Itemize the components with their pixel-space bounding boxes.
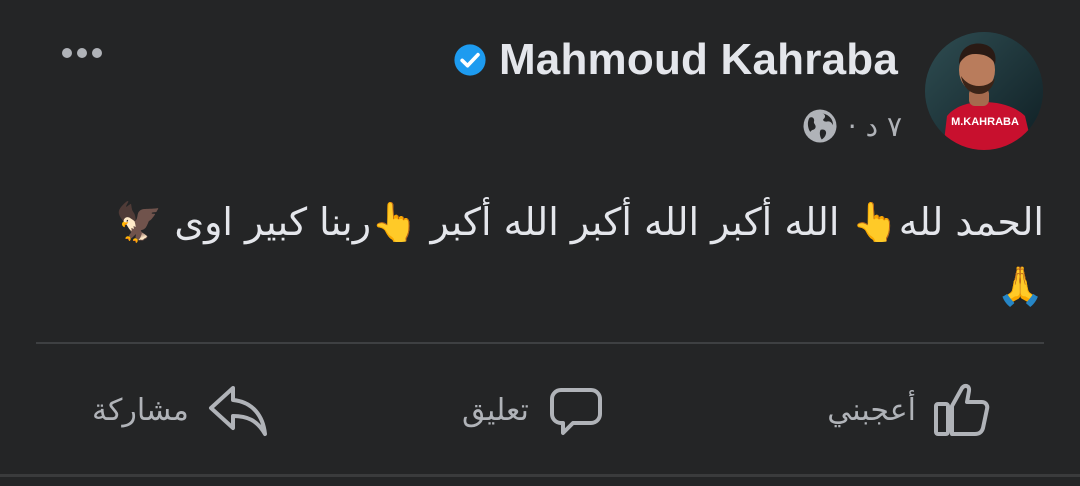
comment-button[interactable]: تعليق: [462, 370, 605, 450]
thumbs-up-icon: [934, 383, 990, 436]
more-options-button[interactable]: [52, 36, 112, 70]
verified-badge-icon: [454, 44, 486, 76]
post-text-line: 🙏: [996, 264, 1044, 308]
author-name-link[interactable]: Mahmoud Kahraba: [499, 35, 898, 85]
like-label: أعجبني: [827, 392, 916, 428]
share-button[interactable]: مشاركة: [92, 370, 269, 450]
share-arrow-icon: [208, 386, 267, 436]
avatar[interactable]: M.KAHRABA: [925, 32, 1043, 150]
post-timestamp[interactable]: ٧ د ·: [848, 110, 902, 143]
post-text-line: الحمد لله👆 الله أكبر الله أكبر الله أكبر…: [114, 200, 1044, 244]
avatar-photo: M.KAHRABA: [925, 32, 1043, 150]
ellipsis-dot: [77, 48, 87, 58]
card-bottom-border: [0, 474, 1080, 477]
author-header: Mahmoud Kahraba: [453, 30, 898, 90]
divider: [36, 342, 1044, 344]
post-body: الحمد لله👆 الله أكبر الله أكبر الله أكبر…: [34, 190, 1044, 318]
ellipsis-dot: [92, 48, 102, 58]
comment-label: تعليق: [462, 392, 529, 428]
post-meta: ٧ د ·: [802, 106, 902, 146]
ellipsis-icon: [62, 48, 72, 58]
comment-bubble-icon: [549, 388, 602, 435]
share-label: مشاركة: [92, 392, 189, 428]
post-card: Mahmoud Kahraba ٧ د · M.KAHRABA الحمد لل…: [0, 0, 1080, 486]
globe-icon: [803, 109, 837, 143]
jersey-text: M.KAHRABA: [951, 116, 1019, 128]
like-button[interactable]: أعجبني: [827, 370, 992, 450]
